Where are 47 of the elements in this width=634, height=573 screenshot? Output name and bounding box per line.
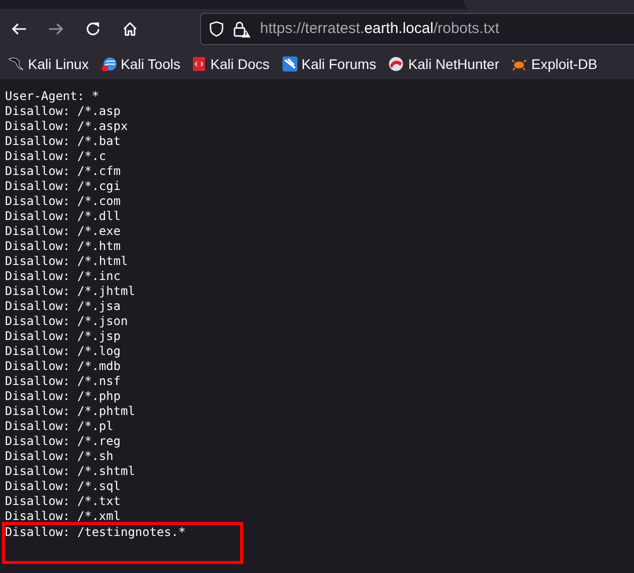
robots-line: Disallow: /*.c: [5, 149, 106, 164]
robots-line: User-Agent: *: [5, 89, 99, 104]
address-bar[interactable]: https://terratest.earth.local/robots.txt: [200, 13, 634, 45]
robots-line: Disallow: /*.shtml: [5, 464, 136, 479]
reload-button[interactable]: [84, 20, 102, 38]
robots-line: Disallow: /*.log: [5, 344, 121, 359]
robots-line: Disallow: /*.cgi: [5, 179, 121, 194]
bookmark-item[interactable]: Kali Forums: [282, 54, 376, 74]
bookmark-item[interactable]: Kali Linux: [8, 54, 89, 74]
shield-icon: [209, 21, 224, 37]
robots-line: Disallow: /*.bat: [5, 134, 121, 149]
robots-line: Disallow: /*.txt: [5, 494, 121, 509]
robots-line: Disallow: /*.jsp: [5, 329, 121, 344]
robots-line: Disallow: /*.dll: [5, 209, 121, 224]
home-button[interactable]: [121, 20, 139, 38]
bookmark-item[interactable]: Kali Tools: [100, 54, 180, 74]
robots-line: Disallow: /*.com: [5, 194, 121, 209]
bookmark-item[interactable]: Kali Docs: [192, 54, 270, 74]
robots-line: Disallow: /*.jhtml: [5, 284, 136, 299]
robots-line: Disallow: /*.pl: [5, 419, 114, 434]
robots-line: Disallow: /*.htm: [5, 239, 121, 254]
robots-line: Disallow: /*.json: [5, 314, 128, 329]
bookmark-item[interactable]: Exploit-DB: [511, 54, 598, 74]
robots-line: Disallow: /*.phtml: [5, 404, 136, 419]
robots-line: Disallow: /*.exe: [5, 224, 121, 239]
forum-icon: [282, 56, 298, 72]
robots-line: Disallow: /*.xml: [5, 509, 121, 524]
robots-line: Disallow: /*.sql: [5, 479, 121, 494]
robots-line: Disallow: /*.aspx: [5, 119, 128, 134]
robots-line: Disallow: /*.inc: [5, 269, 121, 284]
robots-line: Disallow: /testingnotes.*: [5, 525, 186, 539]
robots-line: Disallow: /*.asp: [5, 104, 121, 119]
robots-line: Disallow: /*.nsf: [5, 374, 121, 389]
robots-line: Disallow: /*.html: [5, 254, 128, 269]
url-text: https://terratest.earth.local/robots.txt: [260, 18, 500, 39]
robots-line: Disallow: /*.cfm: [5, 164, 121, 179]
robots-line: Disallow: /*.sh: [5, 449, 114, 464]
robots-line: Disallow: /*.jsa: [5, 299, 121, 314]
tools-icon: [100, 56, 117, 72]
nethunter-icon: [388, 56, 404, 72]
robots-line: Disallow: /*.mdb: [5, 359, 121, 374]
dragon-icon: [8, 56, 24, 72]
robots-line: Disallow: /*.reg: [5, 434, 121, 449]
book-icon: [192, 56, 206, 72]
bookmark-item[interactable]: Kali NetHunter: [388, 54, 500, 74]
robots-line: Disallow: /*.php: [5, 389, 121, 404]
lock-warning-icon: [233, 20, 251, 38]
